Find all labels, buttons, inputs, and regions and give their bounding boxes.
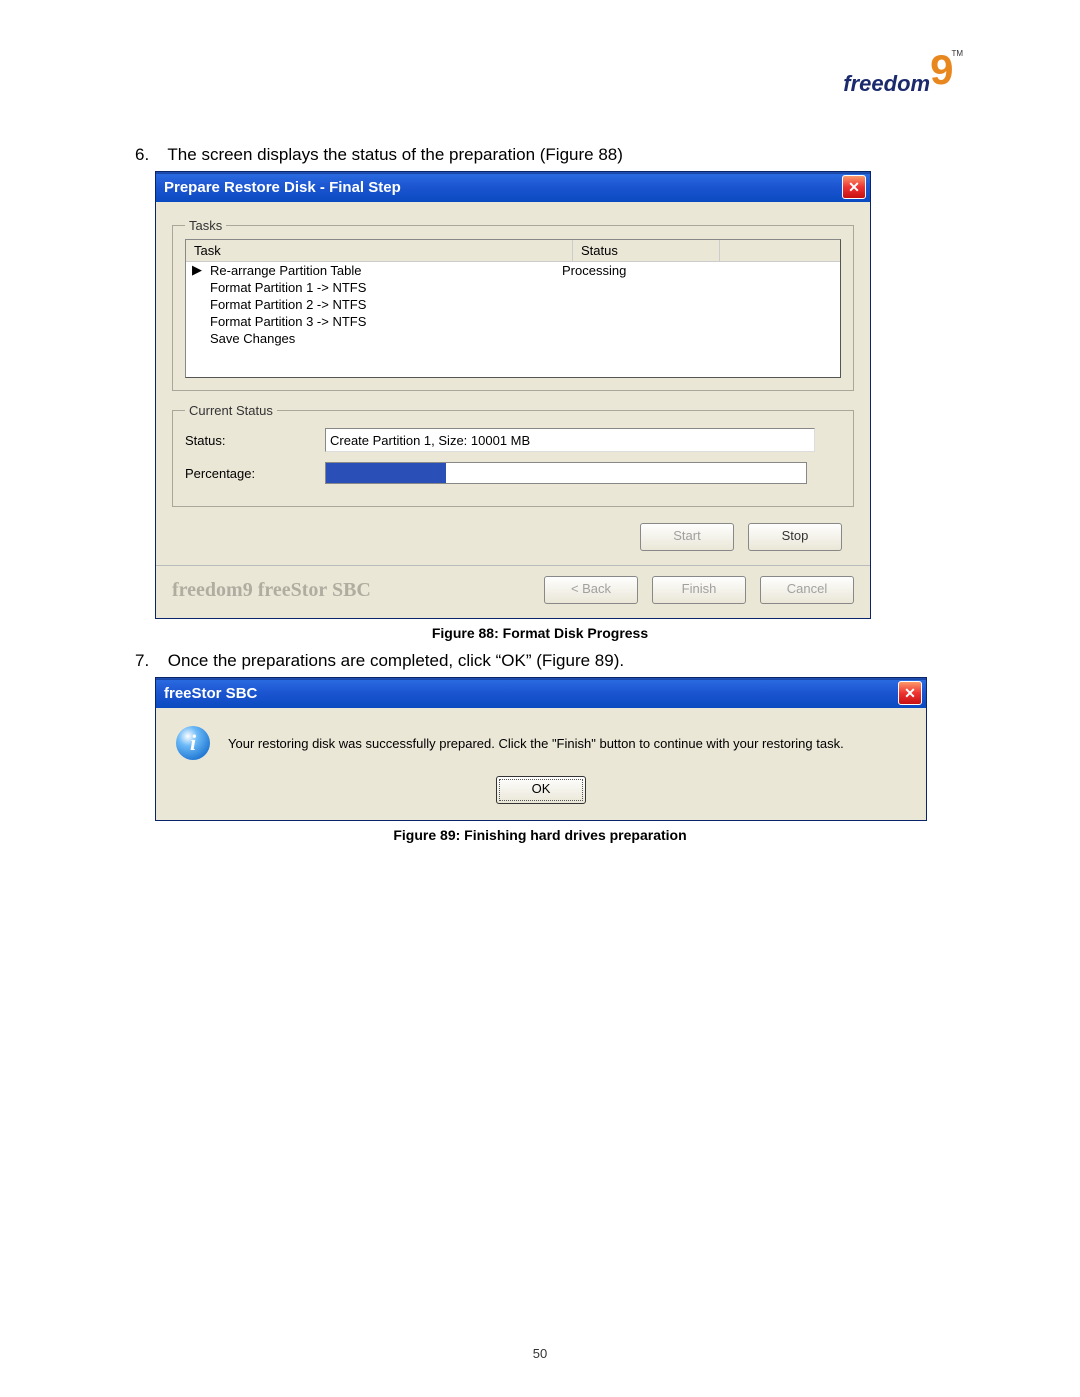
table-row: Format Partition 3 -> NTFS (186, 313, 840, 330)
cancel-button[interactable]: Cancel (760, 576, 854, 604)
finish-button[interactable]: Finish (652, 576, 746, 604)
table-row: Save Changes (186, 330, 840, 347)
task-status (560, 313, 694, 330)
dialog2-title: freeStor SBC (164, 685, 898, 702)
task-status: Processing (560, 262, 694, 279)
step-7: 7. Once the preparations are completed, … (135, 651, 985, 671)
current-status-group: Current Status Status: Create Partition … (172, 403, 854, 507)
step-7-number: 7. (135, 651, 163, 671)
dialog1-footer: freedom9 freeStor SBC < Back Finish Canc… (156, 565, 870, 618)
freestor-message-dialog: freeStor SBC ✕ i Your restoring disk was… (155, 677, 927, 821)
task-name: Save Changes (208, 330, 560, 347)
col-status-header: Status (573, 240, 720, 261)
figure-89-caption: Figure 89: Finishing hard drives prepara… (95, 827, 985, 843)
task-status (560, 296, 694, 313)
step-6-number: 6. (135, 145, 163, 165)
percentage-label: Percentage: (185, 466, 325, 481)
table-row: Format Partition 2 -> NTFS (186, 296, 840, 313)
page-number: 50 (0, 1346, 1080, 1361)
row-marker-icon: ▶ (186, 262, 208, 279)
progress-fill (326, 463, 446, 483)
step-6-text: The screen displays the status of the pr… (167, 145, 622, 164)
close-icon[interactable]: ✕ (898, 681, 922, 705)
col-blank-header (720, 240, 840, 261)
task-name: Format Partition 3 -> NTFS (208, 313, 560, 330)
logo-text: freedom (843, 71, 930, 97)
task-table: Task Status ▶ Re-arrange Partition Table… (185, 239, 841, 378)
col-task-header: Task (186, 240, 573, 261)
task-status (560, 279, 694, 296)
stop-button[interactable]: Stop (748, 523, 842, 551)
dialog2-message: Your restoring disk was successfully pre… (228, 736, 844, 751)
logo-tm: TM (951, 49, 963, 58)
row-marker-icon (186, 296, 208, 313)
dialog2-titlebar[interactable]: freeStor SBC ✕ (156, 678, 926, 708)
back-button[interactable]: < Back (544, 576, 638, 604)
info-icon: i (176, 726, 210, 760)
ok-button[interactable]: OK (496, 776, 586, 804)
row-marker-icon (186, 279, 208, 296)
status-label: Status: (185, 433, 325, 448)
task-name: Format Partition 1 -> NTFS (208, 279, 560, 296)
figure-88-caption: Figure 88: Format Disk Progress (95, 625, 985, 641)
step-7-text: Once the preparations are completed, cli… (168, 651, 624, 670)
freedom9-logo: freedom9TM (843, 55, 965, 97)
task-rows: ▶ Re-arrange Partition Table Processing … (186, 262, 840, 377)
task-status (560, 330, 694, 347)
start-button[interactable]: Start (640, 523, 734, 551)
close-icon[interactable]: ✕ (842, 175, 866, 199)
dialog1-title: Prepare Restore Disk - Final Step (164, 179, 842, 196)
current-status-legend: Current Status (185, 403, 277, 418)
tasks-group: Tasks Task Status ▶ Re-arrange Partition… (172, 218, 854, 391)
row-marker-icon (186, 313, 208, 330)
dialog1-brand: freedom9 freeStor SBC (172, 579, 544, 602)
row-marker-icon (186, 330, 208, 347)
status-value: Create Partition 1, Size: 10001 MB (325, 428, 815, 452)
table-row: Format Partition 1 -> NTFS (186, 279, 840, 296)
task-name: Format Partition 2 -> NTFS (208, 296, 560, 313)
logo-nine: 9 (930, 49, 953, 91)
table-row: ▶ Re-arrange Partition Table Processing (186, 262, 840, 279)
task-table-header: Task Status (186, 240, 840, 262)
task-name: Re-arrange Partition Table (208, 262, 560, 279)
prepare-restore-dialog: Prepare Restore Disk - Final Step ✕ Task… (155, 171, 871, 619)
progress-bar (325, 462, 807, 484)
start-stop-row: Start Stop (172, 519, 854, 565)
tasks-legend: Tasks (185, 218, 226, 233)
dialog1-titlebar[interactable]: Prepare Restore Disk - Final Step ✕ (156, 172, 870, 202)
step-6: 6. The screen displays the status of the… (135, 145, 985, 165)
